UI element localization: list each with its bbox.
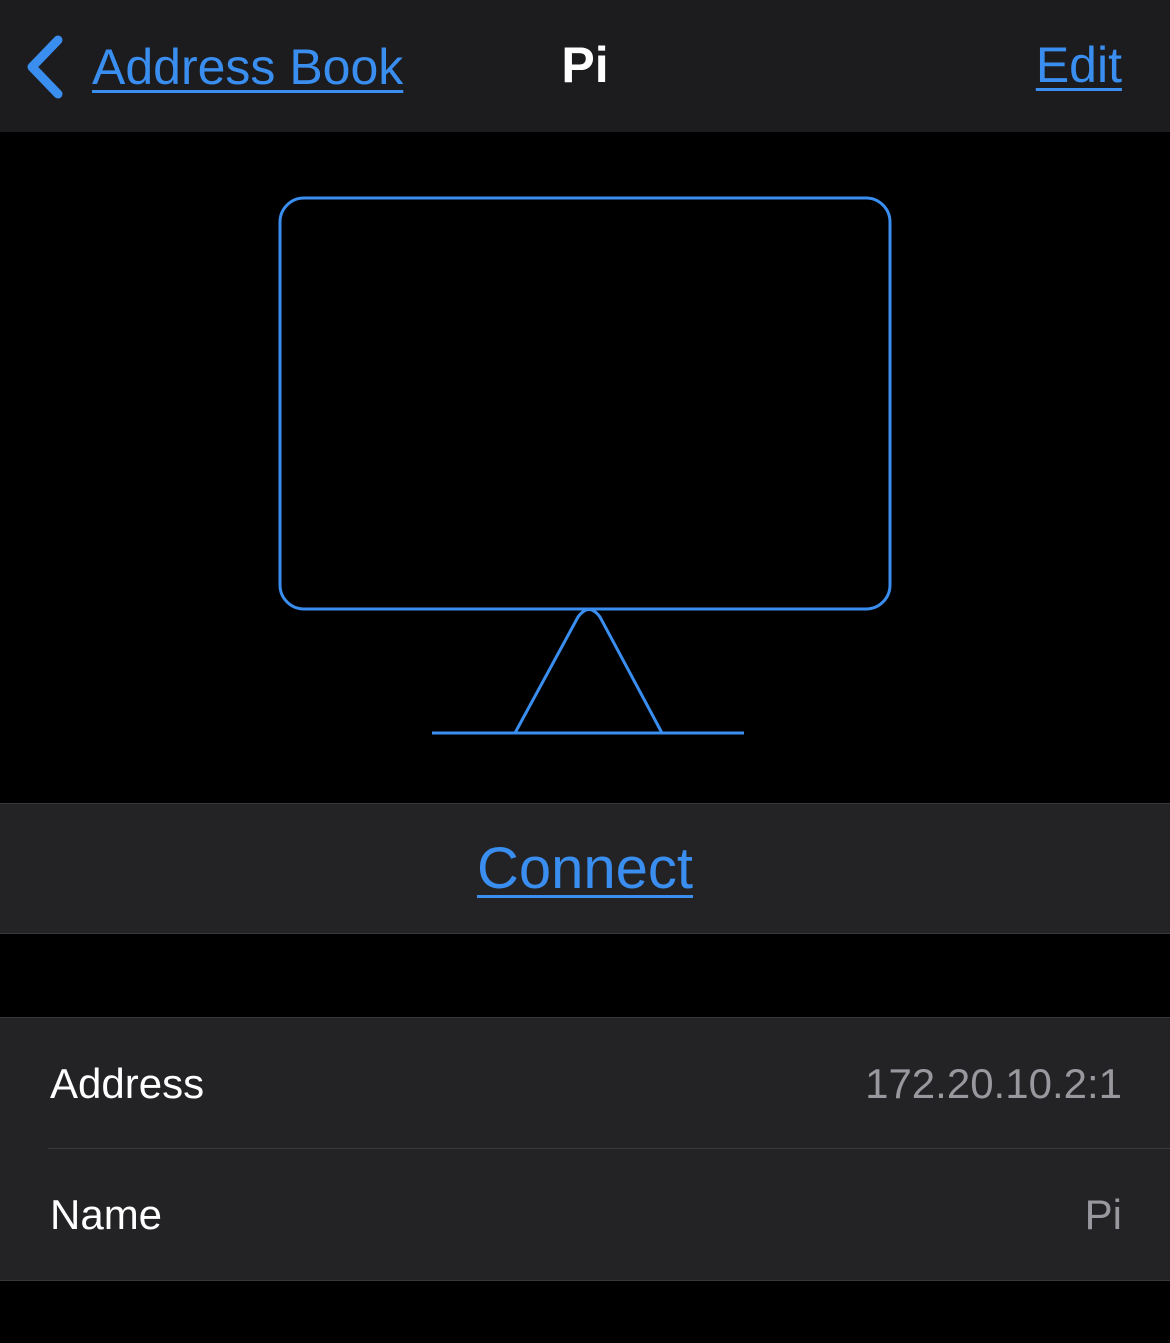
connect-button[interactable]: Connect: [0, 803, 1170, 934]
address-value: 172.20.10.2:1: [865, 1060, 1122, 1107]
navigation-bar: Address Book Pi Edit: [0, 0, 1170, 132]
details-list: Address 172.20.10.2:1 Name Pi: [0, 1017, 1170, 1281]
back-button-label: Address Book: [92, 39, 404, 95]
address-row[interactable]: Address 172.20.10.2:1: [0, 1018, 1170, 1149]
chevron-left-icon: [27, 35, 63, 99]
edit-button[interactable]: Edit: [1036, 36, 1122, 94]
connect-button-label: Connect: [476, 836, 694, 901]
name-value: Pi: [1084, 1191, 1122, 1238]
device-illustration: [0, 132, 1170, 803]
name-label: Name: [50, 1191, 163, 1238]
name-row[interactable]: Name Pi: [0, 1149, 1170, 1280]
back-button[interactable]: Address Book: [22, 30, 403, 104]
device-detail-screen: Address Book Pi Edit Connect Address 172…: [0, 0, 1170, 1343]
address-label: Address: [50, 1060, 205, 1107]
monitor-icon: [278, 196, 892, 735]
